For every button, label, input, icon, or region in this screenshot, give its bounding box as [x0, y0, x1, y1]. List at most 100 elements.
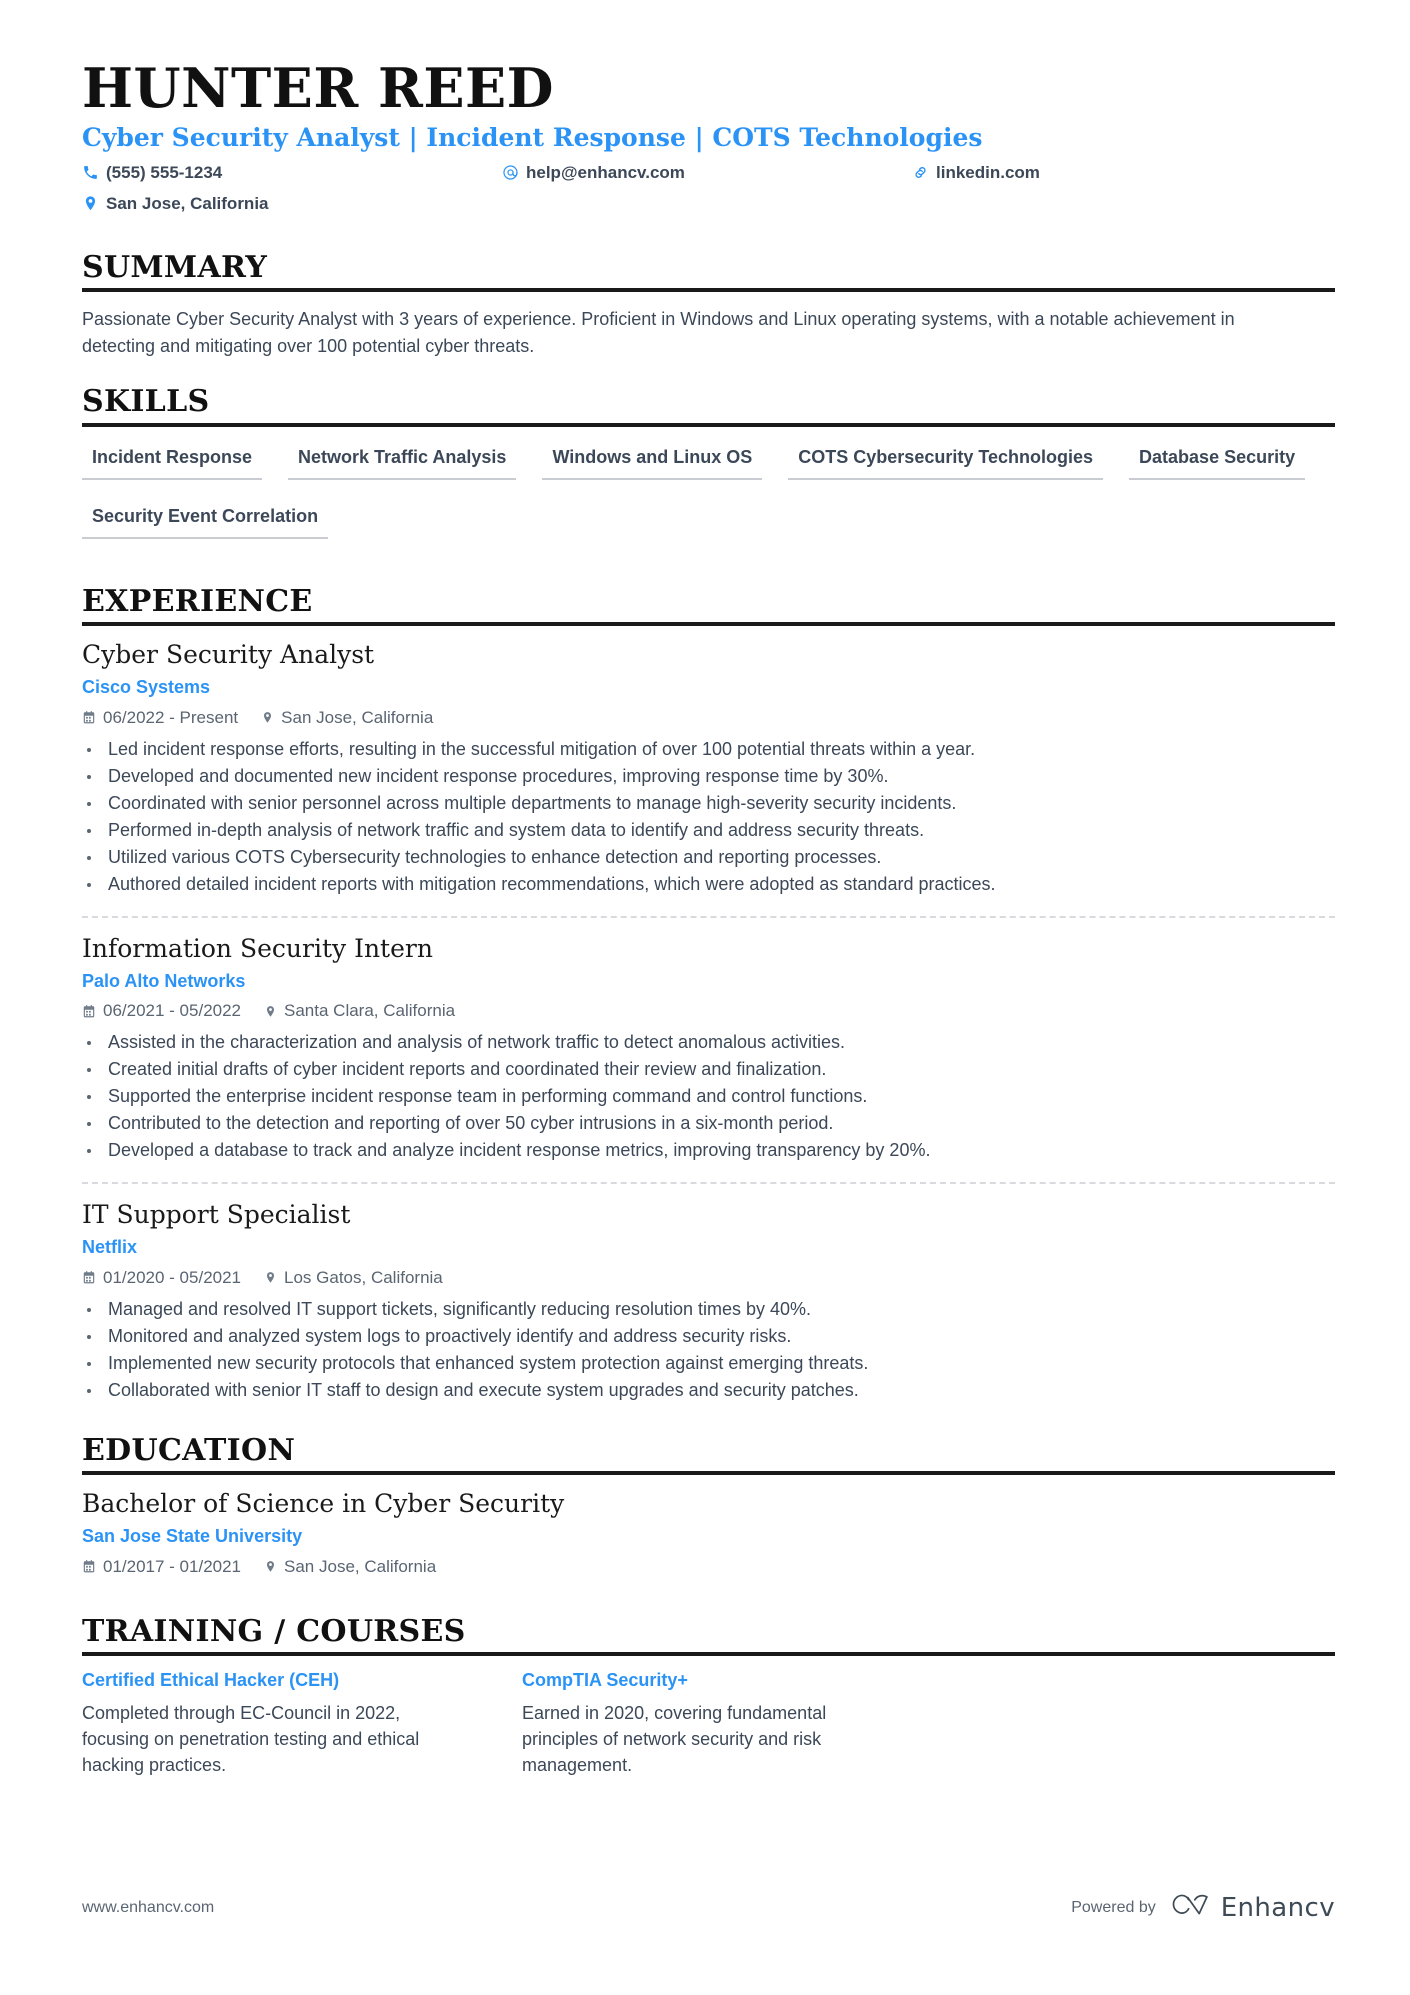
powered-by-label: Powered by — [1071, 1898, 1156, 1916]
education-location: San Jose, California — [263, 1557, 436, 1577]
job-location: San Jose, California — [260, 708, 433, 728]
company-name[interactable]: Palo Alto Networks — [82, 971, 1335, 993]
course-name[interactable]: CompTIA Security+ — [522, 1670, 902, 1692]
education-meta: 01/2017 - 01/2021 San Jose, California — [82, 1557, 1335, 1577]
experience-entry: Information Security Intern Palo Alto Ne… — [82, 915, 1335, 1169]
company-name[interactable]: Netflix — [82, 1237, 1335, 1259]
location-pin-icon — [263, 1270, 277, 1285]
contact-phone[interactable]: (555) 555-1234 — [82, 163, 222, 183]
section-skills: SKILLS Incident Response Network Traffic… — [82, 385, 1335, 559]
job-bullets: Led incident response efforts, resulting… — [82, 736, 1335, 898]
experience-entry: Cyber Security Analyst Cisco Systems 06/… — [82, 640, 1335, 902]
job-bullet: Led incident response efforts, resulting… — [82, 736, 1335, 763]
contact-info: (555) 555-1234 help@enhancv.com linkedin… — [82, 163, 1335, 225]
course-name[interactable]: Certified Ethical Hacker (CEH) — [82, 1670, 462, 1692]
footer-url[interactable]: www.enhancv.com — [82, 1899, 214, 1917]
job-location-text: San Jose, California — [281, 707, 434, 727]
courses-list: Certified Ethical Hacker (CEH) Completed… — [82, 1670, 1335, 1778]
location-pin-icon — [260, 710, 274, 725]
contact-location-text: San Jose, California — [106, 193, 269, 213]
job-bullet: Monitored and analyzed system logs to pr… — [82, 1323, 1335, 1350]
job-bullets: Managed and resolved IT support tickets,… — [82, 1296, 1335, 1404]
section-title-experience: EXPERIENCE — [82, 583, 313, 619]
powered-by: Powered by Enhancv — [1071, 1892, 1335, 1923]
contact-phone-text: (555) 555-1234 — [106, 162, 223, 182]
location-pin-icon — [82, 195, 99, 212]
enhancv-brand[interactable]: Enhancv — [1170, 1892, 1335, 1923]
resume-page: HUNTER REED Cyber Security Analyst | Inc… — [0, 0, 1410, 1995]
job-bullet: Performed in-depth analysis of network t… — [82, 817, 1335, 844]
candidate-headline: Cyber Security Analyst | Incident Respon… — [82, 122, 983, 152]
section-title-education: EDUCATION — [82, 1432, 296, 1468]
skill-item: COTS Cybersecurity Technologies — [788, 441, 1104, 480]
job-dates: 06/2021 - 05/2022 — [82, 1001, 241, 1021]
job-dates-text: 01/2020 - 05/2021 — [103, 1267, 242, 1287]
skills-list: Incident Response Network Traffic Analys… — [82, 441, 1335, 559]
job-bullet: Collaborated with senior IT staff to des… — [82, 1377, 1335, 1404]
job-bullet: Developed and documented new incident re… — [82, 763, 1335, 790]
skill-item: Windows and Linux OS — [542, 441, 763, 480]
education-location-text: San Jose, California — [284, 1556, 437, 1576]
job-bullet: Managed and resolved IT support tickets,… — [82, 1296, 1335, 1323]
contact-location: San Jose, California — [82, 194, 269, 214]
job-dates: 01/2020 - 05/2021 — [82, 1268, 241, 1288]
job-dates-text: 06/2022 - Present — [103, 707, 239, 727]
company-name[interactable]: Cisco Systems — [82, 677, 1335, 699]
job-bullets: Assisted in the characterization and ana… — [82, 1029, 1335, 1164]
skill-item: Network Traffic Analysis — [288, 441, 517, 480]
job-bullet: Authored detailed incident reports with … — [82, 871, 1335, 898]
job-bullet: Developed a database to track and analyz… — [82, 1137, 1335, 1164]
section-summary: SUMMARY Passionate Cyber Security Analys… — [82, 249, 1335, 359]
job-meta: 01/2020 - 05/2021 Los Gatos, California — [82, 1268, 1335, 1288]
enhancv-cv-logo-icon — [1170, 1892, 1212, 1923]
course-description: Earned in 2020, covering fundamental pri… — [522, 1703, 827, 1775]
section-training: TRAINING / COURSES Certified Ethical Hac… — [82, 1613, 1335, 1779]
school-name[interactable]: San Jose State University — [82, 1526, 1335, 1548]
job-title: IT Support Specialist — [82, 1200, 351, 1230]
education-entry: Bachelor of Science in Cyber Security Sa… — [82, 1489, 1335, 1589]
location-pin-icon — [263, 1559, 277, 1574]
summary-text: Passionate Cyber Security Analyst with 3… — [82, 309, 1235, 356]
contact-linkedin[interactable]: linkedin.com — [912, 163, 1040, 183]
experience-entry: IT Support Specialist Netflix 01/2020 - … — [82, 1182, 1335, 1408]
job-location-text: Los Gatos, California — [284, 1267, 443, 1287]
job-location: Santa Clara, California — [263, 1001, 455, 1021]
job-dates: 06/2022 - Present — [82, 708, 238, 728]
calendar-icon — [82, 1004, 96, 1019]
education-dates: 01/2017 - 01/2021 — [82, 1557, 241, 1577]
phone-icon — [82, 164, 99, 181]
contact-email[interactable]: help@enhancv.com — [502, 163, 685, 183]
job-meta: 06/2022 - Present San Jose, California — [82, 708, 1335, 728]
job-bullet: Contributed to the detection and reporti… — [82, 1110, 1335, 1137]
job-bullet: Assisted in the characterization and ana… — [82, 1029, 1335, 1056]
skill-item: Incident Response — [82, 441, 263, 480]
job-bullet: Created initial drafts of cyber incident… — [82, 1056, 1335, 1083]
section-education: EDUCATION Bachelor of Science in Cyber S… — [82, 1432, 1335, 1589]
job-location-text: Santa Clara, California — [284, 1001, 456, 1021]
job-title: Information Security Intern — [82, 933, 433, 963]
calendar-icon — [82, 1270, 96, 1285]
contact-linkedin-text: linkedin.com — [936, 162, 1040, 182]
job-bullet: Supported the enterprise incident respon… — [82, 1083, 1335, 1110]
section-title-training: TRAINING / COURSES — [82, 1613, 466, 1649]
page-footer: www.enhancv.com Powered by Enhancv — [82, 1892, 1335, 1923]
course-item: Certified Ethical Hacker (CEH) Completed… — [82, 1670, 462, 1778]
job-location: Los Gatos, California — [263, 1268, 443, 1288]
calendar-icon — [82, 710, 96, 725]
contact-email-text: help@enhancv.com — [526, 162, 685, 182]
job-bullet: Implemented new security protocols that … — [82, 1350, 1335, 1377]
course-item: CompTIA Security+ Earned in 2020, coveri… — [522, 1670, 902, 1778]
calendar-icon — [82, 1559, 96, 1574]
job-title: Cyber Security Analyst — [82, 640, 375, 670]
skill-item: Database Security — [1129, 441, 1306, 480]
job-bullet: Utilized various COTS Cybersecurity tech… — [82, 844, 1335, 871]
location-pin-icon — [263, 1004, 277, 1019]
degree-title: Bachelor of Science in Cyber Security — [82, 1489, 565, 1519]
candidate-name: HUNTER REED — [82, 56, 555, 120]
section-title-summary: SUMMARY — [82, 249, 268, 285]
link-icon — [912, 164, 929, 181]
email-icon — [502, 164, 519, 181]
job-bullet: Coordinated with senior personnel across… — [82, 790, 1335, 817]
resume-header: HUNTER REED Cyber Security Analyst | Inc… — [82, 60, 1335, 225]
skill-item: Security Event Correlation — [82, 500, 329, 539]
